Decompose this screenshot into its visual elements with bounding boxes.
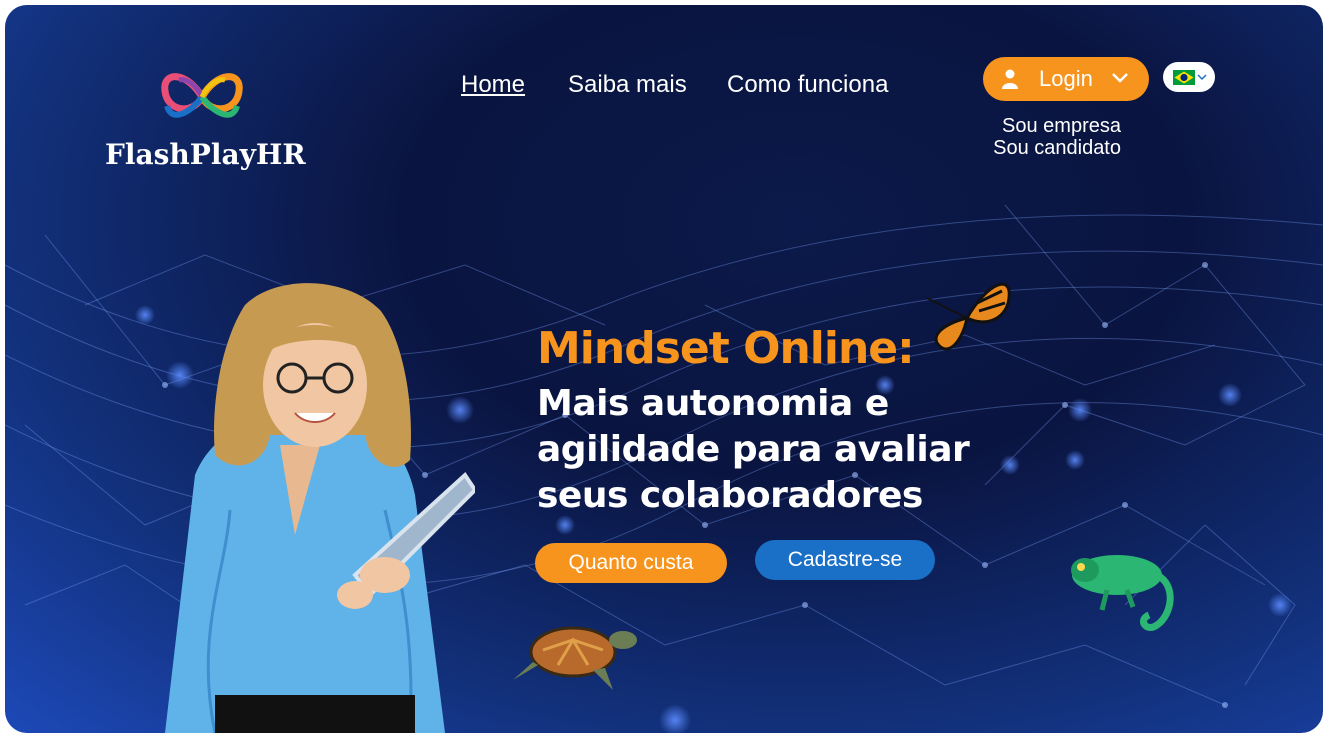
brazil-flag-icon	[1173, 70, 1195, 85]
login-label: Login	[1039, 66, 1093, 91]
hero-title: Mindset Online:	[537, 323, 915, 374]
quanto-custa-button[interactable]: Quanto custa	[535, 543, 727, 583]
user-icon	[1002, 69, 1018, 89]
butterfly-icon	[926, 282, 1011, 351]
turtle-icon	[513, 626, 637, 690]
login-option-empresa[interactable]: Sou empresa	[945, 115, 1121, 138]
language-selector[interactable]	[1163, 62, 1215, 92]
nav-saiba-mais[interactable]: Saiba mais	[568, 71, 687, 99]
hero-subtitle-line-2: agilidade para avaliar	[537, 429, 970, 470]
logo-icon	[161, 73, 243, 118]
nav-home[interactable]: Home	[461, 71, 525, 99]
brand-name: FlashPlayHR	[105, 138, 306, 171]
cadastre-se-button[interactable]: Cadastre-se	[755, 540, 935, 580]
hero-banner: FlashPlayHR Home Saiba mais Como funcion…	[5, 5, 1323, 733]
brand-logo[interactable]: FlashPlayHR	[105, 60, 315, 180]
login-option-candidato[interactable]: Sou candidato	[945, 137, 1121, 160]
hero-subtitle-line-3: seus colaboradores	[537, 475, 923, 516]
hero-subtitle-line-1: Mais autonomia e	[537, 383, 889, 424]
woman-with-tablet-image	[165, 283, 475, 733]
chameleon-icon	[1071, 555, 1174, 631]
chevron-down-icon	[1112, 73, 1128, 83]
chevron-down-icon	[1197, 74, 1207, 81]
login-button[interactable]: Login	[983, 57, 1149, 101]
nav-como-funciona[interactable]: Como funciona	[727, 71, 888, 99]
